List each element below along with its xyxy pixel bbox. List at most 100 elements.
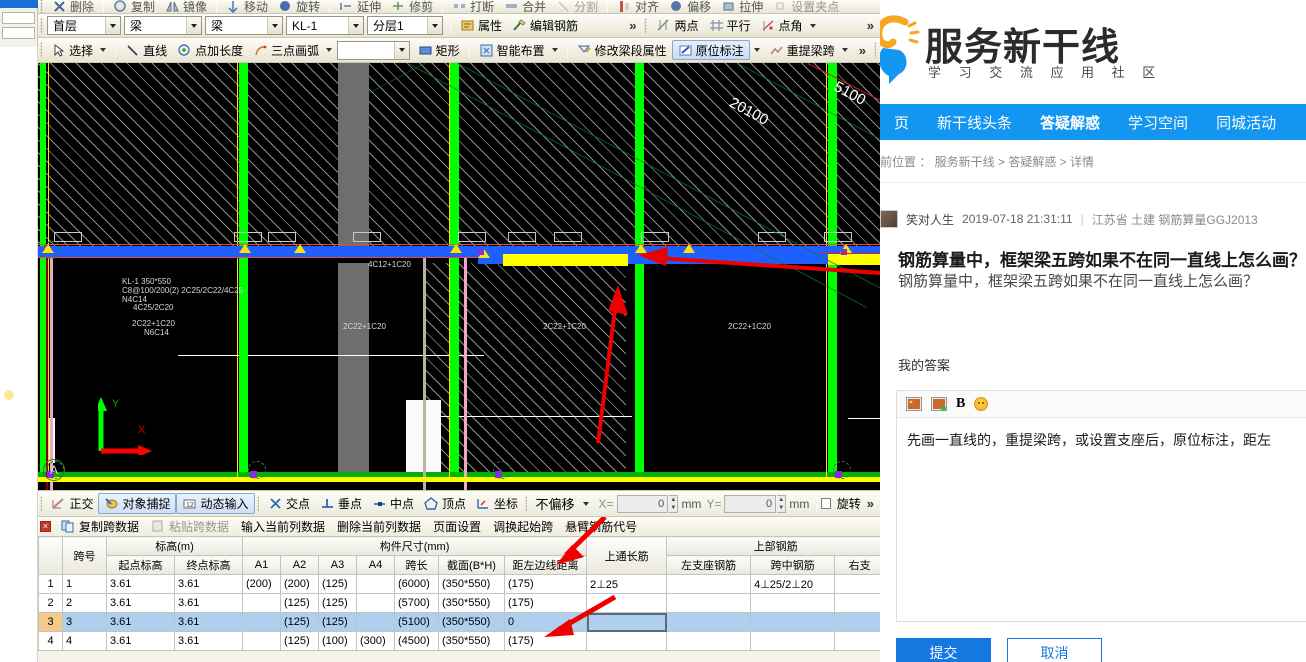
tb-rotate[interactable]: 旋转: [273, 0, 325, 13]
close-icon[interactable]: ×: [40, 521, 51, 532]
cell-span-no[interactable]: 1: [62, 574, 107, 594]
editor-toolbar[interactable]: B: [897, 391, 1306, 418]
tb-offset[interactable]: 偏移: [664, 0, 716, 13]
toolbar-overflow-button-3[interactable]: »: [853, 43, 872, 58]
tb-align[interactable]: 对齐: [612, 0, 664, 13]
cell-start-elev[interactable]: 3.61: [106, 612, 175, 632]
chevron-down-icon[interactable]: [427, 17, 442, 34]
submit-button[interactable]: 提交: [896, 638, 991, 662]
draw-style-select[interactable]: [337, 40, 410, 60]
cell-a2[interactable]: (125): [280, 631, 319, 651]
snap-ortho[interactable]: 正交: [46, 493, 98, 514]
toolbar-grip[interactable]: [40, 17, 43, 34]
bold-icon[interactable]: B: [956, 396, 965, 412]
nav-local-events[interactable]: 同城活动: [1202, 112, 1290, 133]
chevron-down-icon[interactable]: [348, 17, 363, 34]
emoji-icon[interactable]: [974, 397, 989, 411]
cell-end-elev[interactable]: 3.61: [174, 631, 243, 651]
cell-section[interactable]: (350*550): [438, 574, 505, 594]
cell-start-elev[interactable]: 3.61: [106, 631, 175, 651]
chevron-down-icon[interactable]: [809, 23, 816, 28]
cell-end-elev[interactable]: 3.61: [174, 574, 243, 594]
cell-a1[interactable]: [242, 612, 281, 632]
cantilever-rebar-code-button[interactable]: 悬臂钢筋代号: [560, 517, 642, 536]
snap-coordinate[interactable]: 坐标: [471, 493, 523, 514]
point-angle-button[interactable]: 点角: [756, 16, 821, 36]
table-row[interactable]: 4 4 3.61 3.61 (125) (100) (300) (4500) (…: [38, 631, 880, 651]
cell-right-support[interactable]: [834, 631, 880, 651]
snap-dynamic-input[interactable]: 12 动态输入: [176, 493, 255, 514]
beam-segment-yellow-1[interactable]: [503, 254, 628, 266]
toolbar-grip[interactable]: [644, 17, 648, 34]
toolbar-overflow-button[interactable]: »: [623, 18, 642, 33]
chevron-down-icon[interactable]: [267, 17, 282, 34]
grip-square[interactable]: [495, 471, 502, 478]
cell-right-support[interactable]: [834, 612, 880, 632]
cell-right-support[interactable]: [834, 593, 880, 613]
rotate-checkbox[interactable]: [821, 498, 831, 509]
draw-toolbar[interactable]: 选择 直线 点加长度 三点画弧 矩形 智能布置 修改梁段属性 原位标注 重提梁跨…: [38, 38, 880, 63]
cell-a3[interactable]: (100): [318, 631, 357, 651]
cancel-button[interactable]: 取消: [1007, 638, 1102, 662]
cell-start-elev[interactable]: 3.61: [106, 593, 175, 613]
snapbar-overflow-button[interactable]: »: [861, 496, 880, 511]
tb-move[interactable]: 移动: [221, 0, 273, 13]
cell-mid-span[interactable]: [750, 593, 836, 613]
cell-mid-span[interactable]: [750, 612, 836, 632]
context-toolbar[interactable]: 首层 梁 梁 KL-1 分层1 属性 编辑钢筋 » 两点 平行 点角 »: [38, 14, 880, 38]
x-spinner[interactable]: ▲ ▼: [669, 494, 679, 513]
cell-left-support[interactable]: [666, 631, 752, 651]
toolbar-grip[interactable]: [40, 0, 43, 13]
cell-a2[interactable]: (125): [280, 593, 319, 613]
editor-buttons[interactable]: 提交 取消: [896, 638, 1102, 662]
page-setup-button[interactable]: 页面设置: [428, 517, 486, 536]
chevron-down-icon[interactable]: [326, 48, 333, 52]
snap-object[interactable]: 对象捕捉: [98, 493, 177, 514]
cell-top-through[interactable]: 2⊥25: [586, 574, 668, 594]
cell-left-support[interactable]: [666, 593, 752, 613]
node-grip[interactable]: [43, 241, 61, 259]
cell-a1[interactable]: (200): [242, 574, 281, 594]
cell-span-length[interactable]: (5100): [394, 612, 439, 632]
span-data-panel[interactable]: × 复制跨数据 粘贴跨数据 输入当前列数据 删除当前列数据 页面设置 调换起始跨…: [38, 517, 880, 662]
snap-perpendicular[interactable]: 垂点: [315, 493, 367, 514]
cell-right-support[interactable]: [834, 574, 880, 594]
select-tool-button[interactable]: 选择: [46, 40, 111, 60]
input-column-data-button[interactable]: 输入当前列数据: [236, 517, 330, 536]
span-data-table[interactable]: 跨号 标高(m) 构件尺寸(mm) 上通长筋 上部钢筋 起点标高 终点标高 A1…: [38, 536, 880, 651]
toolbar-grip[interactable]: [40, 42, 43, 58]
author-name[interactable]: 笑对人生: [906, 211, 954, 228]
tb-delete[interactable]: 删除: [47, 0, 99, 13]
cell-mid-span[interactable]: 4⊥25/2⊥20: [750, 574, 836, 594]
cell-start-elev[interactable]: 3.61: [106, 574, 175, 594]
line-tool-button[interactable]: 直线: [120, 40, 172, 60]
cell-end-elev[interactable]: 3.61: [174, 612, 243, 632]
member-select[interactable]: KL-1: [286, 16, 364, 35]
snapbar-grip[interactable]: [256, 495, 259, 512]
grip-square[interactable]: [478, 249, 484, 255]
layer-select[interactable]: 分层1: [367, 16, 443, 35]
cell-a2[interactable]: (200): [280, 574, 319, 594]
cell-dist-left[interactable]: 0: [503, 612, 588, 632]
two-point-button[interactable]: 两点: [651, 16, 703, 36]
upload-image-icon[interactable]: [931, 397, 947, 411]
offset-mode-label[interactable]: 不偏移: [531, 494, 578, 513]
cell-a3[interactable]: (125): [318, 574, 357, 594]
cell-dist-left[interactable]: (175): [503, 593, 588, 613]
snap-intersection[interactable]: 交点: [263, 493, 315, 514]
grid-toolbar[interactable]: × 复制跨数据 粘贴跨数据 输入当前列数据 删除当前列数据 页面设置 调换起始跨…: [38, 517, 880, 536]
insert-image-icon[interactable]: [906, 397, 922, 411]
snapbar-grip[interactable]: [525, 495, 528, 512]
cell-left-support[interactable]: [666, 574, 752, 594]
cell-section[interactable]: (350*550): [438, 631, 505, 651]
swap-start-span-button[interactable]: 调换起始跨: [488, 517, 558, 536]
chevron-down-icon[interactable]: [393, 41, 409, 59]
cell-span-no[interactable]: 2: [62, 593, 107, 613]
snap-midpoint[interactable]: 中点: [367, 493, 419, 514]
chevron-down-icon[interactable]: [100, 48, 107, 52]
cell-end-elev[interactable]: 3.61: [174, 593, 243, 613]
table-row[interactable]: 1 1 3.61 3.61 (200) (200) (125) (6000) (…: [38, 574, 880, 594]
paste-span-data-button[interactable]: 粘贴跨数据: [146, 517, 234, 536]
edit-beam-segment-button[interactable]: 修改梁段属性: [572, 40, 672, 60]
rectangle-tool-button[interactable]: 矩形: [413, 40, 465, 60]
